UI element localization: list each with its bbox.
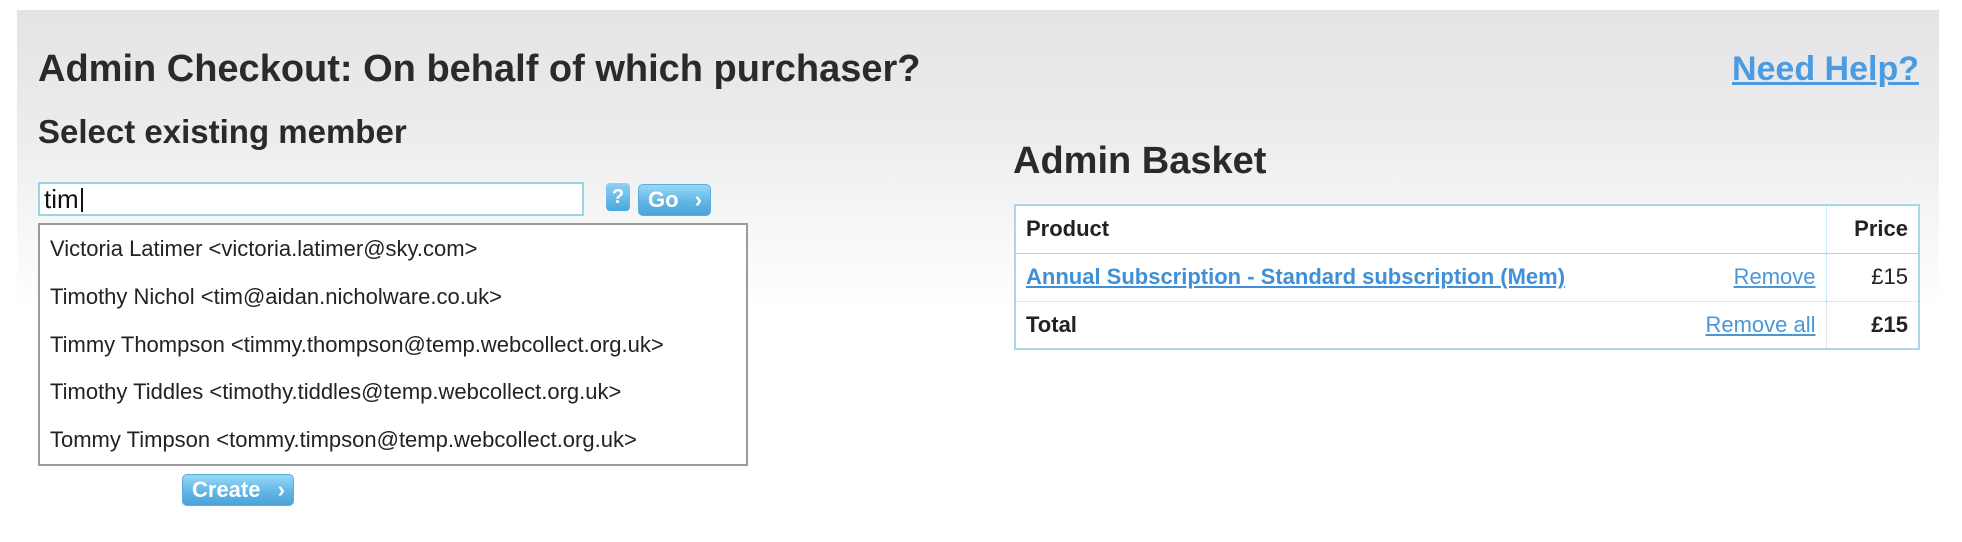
create-button-label: Create bbox=[192, 477, 261, 502]
basket-table: Product Price Annual Subscription - Stan… bbox=[1014, 204, 1920, 350]
create-button[interactable]: Create › bbox=[182, 474, 294, 506]
go-button[interactable]: Go › bbox=[638, 184, 711, 216]
go-button-label: Go bbox=[648, 187, 679, 212]
suggestion-item[interactable]: Timothy Nichol <tim@aidan.nicholware.co.… bbox=[40, 273, 746, 321]
help-question-icon[interactable]: ? bbox=[606, 183, 630, 211]
product-column-header: Product bbox=[1015, 205, 1826, 254]
suggestion-item[interactable]: Tommy Timpson <tommy.timpson@temp.webcol… bbox=[40, 416, 746, 464]
basket-total-cell: Total Remove all bbox=[1015, 301, 1826, 349]
chevron-right-icon: › bbox=[277, 477, 285, 502]
need-help-link[interactable]: Need Help? bbox=[1732, 50, 1919, 89]
suggestion-item[interactable]: Timothy Tiddles <timothy.tiddles@temp.we… bbox=[40, 368, 746, 416]
basket-item-price: £15 bbox=[1825, 253, 1919, 302]
total-label: Total bbox=[1026, 311, 1077, 337]
member-suggestions-dropdown: Victoria Latimer <victoria.latimer@sky.c… bbox=[38, 223, 748, 466]
price-column-header: Price bbox=[1825, 205, 1919, 254]
basket-header-row: Product Price bbox=[1015, 205, 1919, 254]
basket-title: Admin Basket bbox=[1013, 140, 1267, 182]
checkout-page: Admin Checkout: On behalf of which purch… bbox=[17, 10, 1939, 542]
suggestion-item[interactable]: Timmy Thompson <timmy.thompson@temp.webc… bbox=[40, 321, 746, 369]
suggestion-item[interactable]: Victoria Latimer <victoria.latimer@sky.c… bbox=[40, 225, 746, 273]
basket-item-row: Annual Subscription - Standard subscript… bbox=[1015, 253, 1919, 302]
total-price: £15 bbox=[1825, 301, 1919, 349]
member-search-input[interactable] bbox=[38, 182, 584, 216]
chevron-right-icon: › bbox=[694, 187, 702, 212]
remove-all-link[interactable]: Remove all bbox=[1705, 312, 1815, 338]
remove-item-link[interactable]: Remove bbox=[1734, 264, 1816, 290]
product-link[interactable]: Annual Subscription - Standard subscript… bbox=[1026, 264, 1565, 289]
basket-total-row: Total Remove all £15 bbox=[1015, 301, 1919, 349]
basket-item-product-cell: Annual Subscription - Standard subscript… bbox=[1015, 253, 1826, 302]
page-title: Admin Checkout: On behalf of which purch… bbox=[38, 48, 921, 90]
text-caret bbox=[81, 188, 83, 212]
select-member-heading: Select existing member bbox=[38, 113, 407, 150]
